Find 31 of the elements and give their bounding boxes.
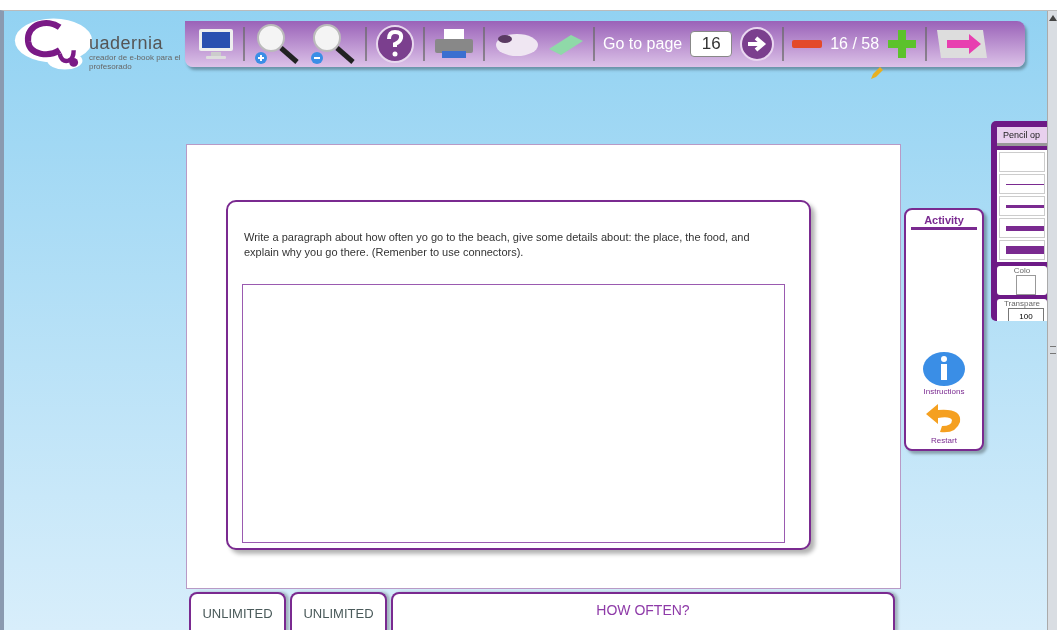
zoom-out-icon[interactable] (309, 22, 357, 66)
scrollbar[interactable] (1047, 11, 1057, 630)
panel-title: Pencil op (997, 127, 1047, 146)
line-width-option[interactable] (1006, 225, 1044, 231)
line-width-option[interactable] (1006, 204, 1044, 208)
instructions-button[interactable]: Instructions (922, 351, 966, 396)
exit-icon[interactable] (935, 28, 990, 60)
panel-title: Activity (911, 210, 977, 230)
word-limit-label: UNLIMITED (290, 592, 387, 630)
transparency-input[interactable]: 100 (1008, 308, 1044, 321)
activity-title-label: HOW OFTEN? (391, 592, 895, 630)
goto-label: Go to page (603, 35, 683, 53)
info-icon (922, 351, 966, 387)
transparency-label: Transpare (1003, 299, 1041, 308)
logo-tagline: creador de e-book para el profesorado (89, 53, 182, 71)
color-label: Colo (1013, 266, 1031, 275)
monitor-icon[interactable] (197, 27, 235, 61)
up-arrow-icon[interactable] (1048, 15, 1057, 21)
page-count: 16 / 58 (830, 35, 880, 53)
help-icon[interactable] (375, 24, 415, 64)
zoom-in-icon[interactable] (253, 22, 301, 66)
word-limit-label: UNLIMITED (189, 592, 286, 630)
scroll-grip[interactable] (1050, 346, 1056, 354)
page-input[interactable]: 16 (690, 31, 733, 57)
printer-icon[interactable] (433, 27, 475, 61)
line-width-option[interactable] (1006, 183, 1044, 185)
color-picker[interactable] (1016, 275, 1036, 295)
go-button[interactable] (740, 27, 775, 61)
restart-button[interactable]: Restart (922, 400, 966, 445)
logo-name: uadernia (89, 33, 165, 53)
activity-prompt: Write a paragraph about how often yo go to the beach, give some details about: the place, the food, and explain why you go there. (Remenber to use connectors). (244, 230, 751, 260)
